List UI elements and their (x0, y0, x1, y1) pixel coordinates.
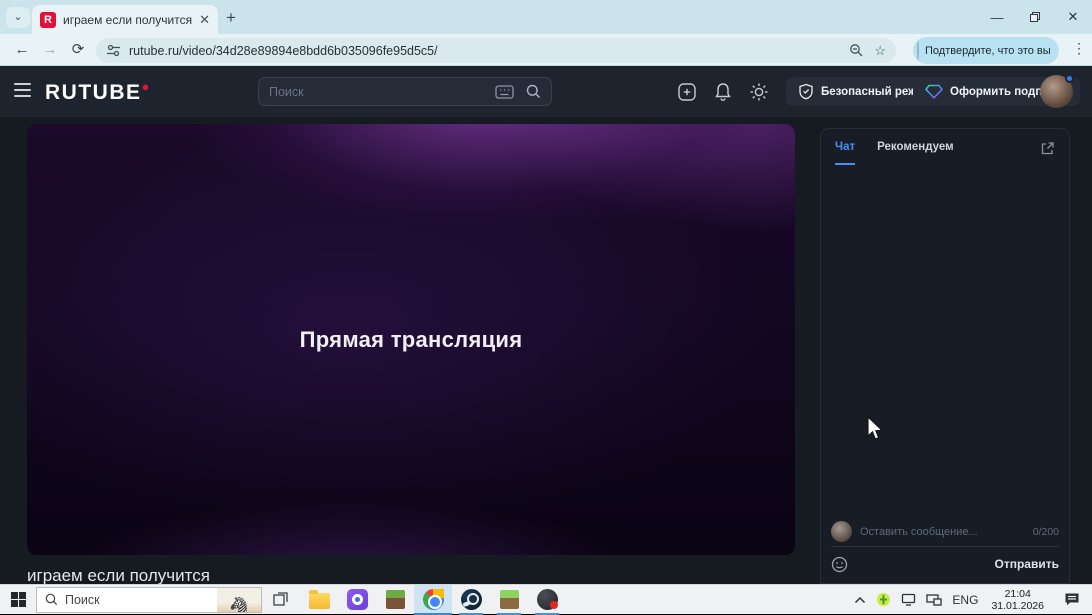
forward-button[interactable]: → (38, 38, 62, 62)
browser-menu-icon[interactable]: ⋮ (1072, 40, 1086, 57)
tab-title: играем если получится (63, 12, 193, 27)
browser-window: ⌄ R играем если получится ✕ + — ✕ ← → ⟳ … (0, 0, 1092, 584)
system-tray: ENG 21:04 31.01.2026 (849, 585, 1092, 615)
upload-video-icon[interactable] (675, 80, 699, 104)
folder-icon (308, 590, 330, 609)
back-button[interactable]: ← (10, 38, 34, 62)
notifications-bell-icon[interactable] (711, 80, 735, 104)
search-icon[interactable] (526, 84, 541, 99)
taskbar-search-box[interactable]: 🦓 (36, 586, 262, 613)
start-button[interactable] (0, 585, 36, 615)
video-title: играем если получится (27, 566, 210, 584)
new-tab-button[interactable]: + (226, 8, 236, 28)
zoom-out-icon[interactable] (849, 43, 864, 58)
action-center-icon[interactable] (1052, 585, 1092, 615)
emoji-smiley-icon[interactable] (831, 556, 848, 573)
chat-user-avatar (831, 521, 852, 542)
minecraft-cube-icon (385, 590, 405, 609)
rutube-header: RUTUBE● Поиск Безопасный режим Оформить … (0, 66, 1092, 117)
theme-toggle-sun-icon[interactable] (747, 80, 771, 104)
rutube-favicon: R (40, 11, 56, 28)
gem-icon (925, 84, 943, 99)
tray-display-icon[interactable] (896, 585, 921, 615)
steam-icon (460, 589, 482, 610)
tab-close-icon[interactable]: ✕ (199, 12, 210, 28)
recorder-record-icon (536, 589, 558, 610)
task-view-button[interactable] (262, 585, 300, 615)
search-highlight-zebra-image[interactable]: 🦓 (217, 587, 261, 612)
steam-button[interactable] (452, 585, 490, 615)
windows-logo-icon (10, 592, 26, 607)
chat-tabs: Чат Рекомендуем (835, 141, 1057, 165)
address-bar[interactable]: rutube.ru/video/34d28e89894e8bdd6b035096… (96, 38, 896, 63)
page-content: RUTUBE● Поиск Безопасный режим Оформить … (0, 66, 1092, 584)
minimize-button[interactable]: — (978, 0, 1016, 34)
notification-badge (1065, 74, 1074, 83)
profile-verify-chip[interactable]: Подтвердите, что это вы (913, 37, 1059, 64)
browser-tab[interactable]: R играем если получится ✕ (32, 5, 218, 34)
profile-avatar (917, 41, 919, 60)
minecraft-launcher-button[interactable] (490, 585, 528, 615)
tray-clock[interactable]: 21:04 31.01.2026 (983, 585, 1052, 615)
window-controls: — ✕ (978, 0, 1092, 34)
tab-search-button[interactable]: ⌄ (6, 7, 30, 28)
minecraft-button[interactable] (376, 585, 414, 615)
hamburger-menu-icon[interactable] (14, 83, 31, 97)
tray-date: 31.01.2026 (991, 599, 1044, 612)
tab-chat[interactable]: Чат (835, 141, 856, 165)
video-player[interactable]: Прямая трансляция (27, 124, 795, 555)
bookmark-star-icon[interactable]: ☆ (874, 43, 886, 59)
tray-time: 21:04 (1004, 587, 1031, 600)
tray-antivirus-icon[interactable] (871, 585, 896, 615)
user-avatar[interactable] (1040, 74, 1074, 108)
keyboard-icon[interactable] (495, 84, 514, 99)
taskbar-search-icon (45, 593, 58, 606)
recorder-app-button[interactable] (528, 585, 566, 615)
char-counter: 0/200 (1032, 525, 1059, 538)
tray-network-display-icon[interactable] (921, 585, 947, 615)
send-button[interactable]: Отправить (995, 557, 1059, 571)
verify-chip-label: Подтвердите, что это вы (925, 44, 1051, 57)
tab-strip: ⌄ R играем если получится ✕ + — ✕ (0, 0, 1092, 34)
file-explorer-button[interactable] (300, 585, 338, 615)
site-info-icon[interactable] (106, 44, 121, 57)
purple-app-button[interactable] (338, 585, 376, 615)
rutube-logo[interactable]: RUTUBE● (45, 79, 151, 105)
mouse-cursor (867, 416, 884, 440)
chat-panel: Чат Рекомендуем 0/200 Отправить (820, 128, 1070, 584)
chat-message-input[interactable] (860, 525, 1025, 538)
reload-button[interactable]: ⟳ (66, 38, 90, 62)
minecraft-launcher-icon (499, 590, 519, 609)
live-stream-overlay-text: Прямая трансляция (299, 327, 523, 352)
close-button[interactable]: ✕ (1054, 0, 1092, 34)
shield-check-icon (799, 83, 813, 100)
chrome-icon (422, 589, 444, 610)
chrome-button[interactable] (414, 584, 452, 615)
url-text: rutube.ru/video/34d28e89894e8bdd6b035096… (129, 43, 438, 58)
site-search-input[interactable] (269, 84, 495, 99)
language-indicator[interactable]: ENG (947, 585, 983, 615)
chat-send-row: Отправить (831, 553, 1059, 575)
windows-taskbar: 🦓 ENG 21:04 31.01.2026 (0, 584, 1092, 615)
tray-expand-chevron[interactable] (849, 585, 871, 615)
purple-app-icon (346, 589, 368, 610)
chat-input-row: 0/200 (831, 521, 1059, 547)
site-search-box[interactable] (258, 77, 552, 106)
tab-recommended[interactable]: Рекомендуем (877, 141, 954, 165)
popout-icon[interactable] (1040, 141, 1055, 156)
restore-button[interactable] (1016, 0, 1054, 34)
